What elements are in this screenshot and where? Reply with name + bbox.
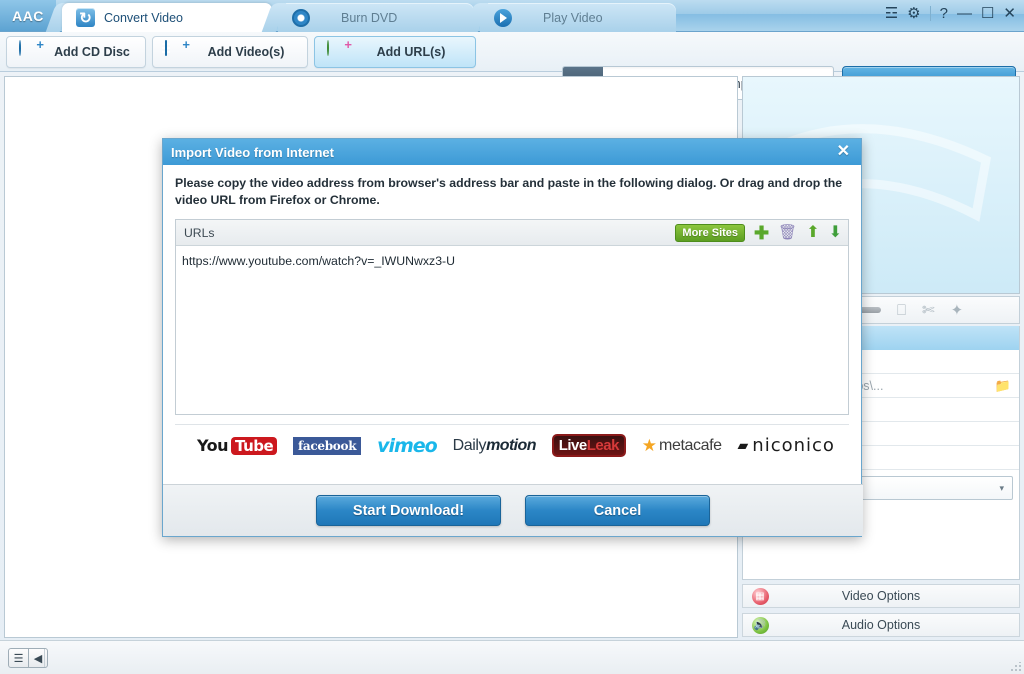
video-options-label: Video Options: [777, 589, 1019, 603]
dialog-footer: Start Download! Cancel: [163, 484, 863, 536]
tab-play-video[interactable]: Play Video: [480, 3, 676, 32]
add-videos-button[interactable]: + Add Video(s): [152, 36, 308, 68]
resize-grip[interactable]: [1011, 662, 1021, 672]
liveleak-logo-icon: LiveLeak: [552, 434, 626, 457]
urls-toolbar: URLs More Sites ✚ 🗑 ⬆ ⬇: [176, 220, 848, 246]
disc-icon: [292, 9, 310, 27]
move-down-icon[interactable]: ⬇: [829, 225, 842, 241]
add-videos-label: Add Video(s): [197, 45, 295, 59]
globe-icon: +: [327, 41, 349, 63]
add-url-icon[interactable]: ✚: [754, 224, 769, 242]
tab-burn-dvd-label: Burn DVD: [341, 11, 397, 25]
status-bar: ☰ ◀ ⬆ Upgrade t f Like ▶ ☰: [0, 640, 1024, 674]
metacafe-logo-icon: ★ metacafe: [642, 436, 722, 456]
dialog-body: Please copy the video address from brows…: [163, 165, 861, 512]
video-options-row[interactable]: ▦ Video Options: [742, 584, 1020, 608]
help-icon[interactable]: ?: [940, 6, 948, 21]
youtube-logo-part2: Tube: [231, 437, 277, 455]
liveleak-logo-part2: Leak: [587, 437, 619, 454]
magic-wand-icon[interactable]: ✦: [951, 301, 964, 319]
liveleak-logo-part1: Live: [559, 437, 587, 454]
dialog-close-icon[interactable]: ✕: [834, 144, 853, 160]
tab-play-video-label: Play Video: [543, 11, 603, 25]
cd-disc-icon: +: [19, 41, 41, 63]
metacafe-star-icon: ★: [642, 436, 657, 456]
minimize-icon[interactable]: —: [957, 6, 972, 21]
application-window: AAC Convert Video Burn DVD Play Video ☲ …: [0, 0, 1024, 674]
niconico-logo-icon: ▰ niconico: [738, 435, 835, 456]
urls-list[interactable]: https://www.youtube.com/watch?v=_IWUNwxz…: [176, 246, 848, 414]
title-bar: AAC Convert Video Burn DVD Play Video ☲ …: [0, 0, 1024, 32]
refresh-icon: [76, 8, 95, 27]
add-urls-label: Add URL(s): [359, 45, 463, 59]
chevron-down-icon[interactable]: ▾: [999, 483, 1004, 494]
dailymotion-logo-part2: motion: [486, 437, 536, 455]
add-cd-disc-button[interactable]: + Add CD Disc: [6, 36, 146, 68]
cancel-label: Cancel: [594, 503, 642, 519]
cancel-button[interactable]: Cancel: [525, 495, 710, 526]
dialog-title: Import Video from Internet: [171, 145, 834, 160]
vimeo-logo-icon: vimeo: [377, 435, 437, 457]
app-logo-text: AAC: [12, 8, 44, 24]
start-download-label: Start Download!: [353, 503, 464, 519]
youtube-logo-part1: You: [197, 436, 228, 455]
list-view-icon[interactable]: ☰: [9, 649, 28, 667]
main-toolbar: + Add CD Disc + Add Video(s) + Add URL(s…: [0, 32, 1024, 72]
niconico-tv-icon: ▰: [738, 437, 749, 454]
scissors-icon[interactable]: ✄: [922, 301, 935, 319]
import-video-dialog: Import Video from Internet ✕ Please copy…: [162, 138, 862, 537]
dailymotion-logo-part1: Daily: [453, 437, 487, 455]
tab-convert-video-label: Convert Video: [104, 11, 183, 25]
dailymotion-logo-icon: Daily motion: [453, 437, 536, 455]
move-up-icon[interactable]: ⬆: [806, 225, 819, 241]
maximize-icon[interactable]: ☐: [981, 6, 994, 21]
audio-options-row[interactable]: 🔊 Audio Options: [742, 613, 1020, 637]
list-item[interactable]: https://www.youtube.com/watch?v=_IWUNwxz…: [182, 252, 848, 270]
film-icon: +: [165, 41, 187, 63]
folder-icon[interactable]: 📁: [995, 378, 1011, 394]
supported-sites-strip: You Tube facebook vimeo Daily motion Liv…: [175, 424, 849, 466]
play-icon: [494, 9, 512, 27]
window-controls-divider: [930, 6, 931, 21]
urls-box: URLs More Sites ✚ 🗑 ⬆ ⬇ https://www.yout…: [175, 219, 849, 415]
tab-burn-dvd[interactable]: Burn DVD: [278, 3, 474, 32]
niconico-logo-text: niconico: [752, 435, 835, 456]
delete-url-icon[interactable]: 🗑: [778, 225, 797, 240]
dialog-title-bar: Import Video from Internet ✕: [163, 139, 861, 165]
audio-options-label: Audio Options: [777, 618, 1019, 632]
video-options-icon: ▦: [743, 588, 777, 605]
window-controls: ☲ ⚙ ? — ☐ ✕: [885, 6, 1016, 21]
add-cd-disc-label: Add CD Disc: [51, 45, 133, 59]
task-list-icon[interactable]: ☲: [885, 6, 898, 21]
more-sites-button[interactable]: More Sites: [675, 224, 745, 242]
youtube-logo-icon: You Tube: [197, 436, 277, 455]
start-download-button[interactable]: Start Download!: [316, 495, 501, 526]
duplicate-icon[interactable]: ⎕: [897, 302, 906, 319]
tab-convert-video[interactable]: Convert Video: [62, 3, 272, 32]
add-urls-button[interactable]: + Add URL(s): [314, 36, 476, 68]
list-toggle-group[interactable]: ☰ ◀: [8, 648, 48, 668]
facebook-logo-icon: facebook: [293, 437, 361, 455]
gear-icon[interactable]: ⚙: [907, 6, 920, 21]
dialog-description: Please copy the video address from brows…: [175, 175, 849, 209]
urls-column-header: URLs: [184, 226, 666, 240]
close-icon[interactable]: ✕: [1003, 6, 1016, 21]
metacafe-logo-text: metacafe: [659, 437, 722, 455]
audio-options-icon: 🔊: [743, 617, 777, 634]
status-divider: [44, 649, 45, 667]
